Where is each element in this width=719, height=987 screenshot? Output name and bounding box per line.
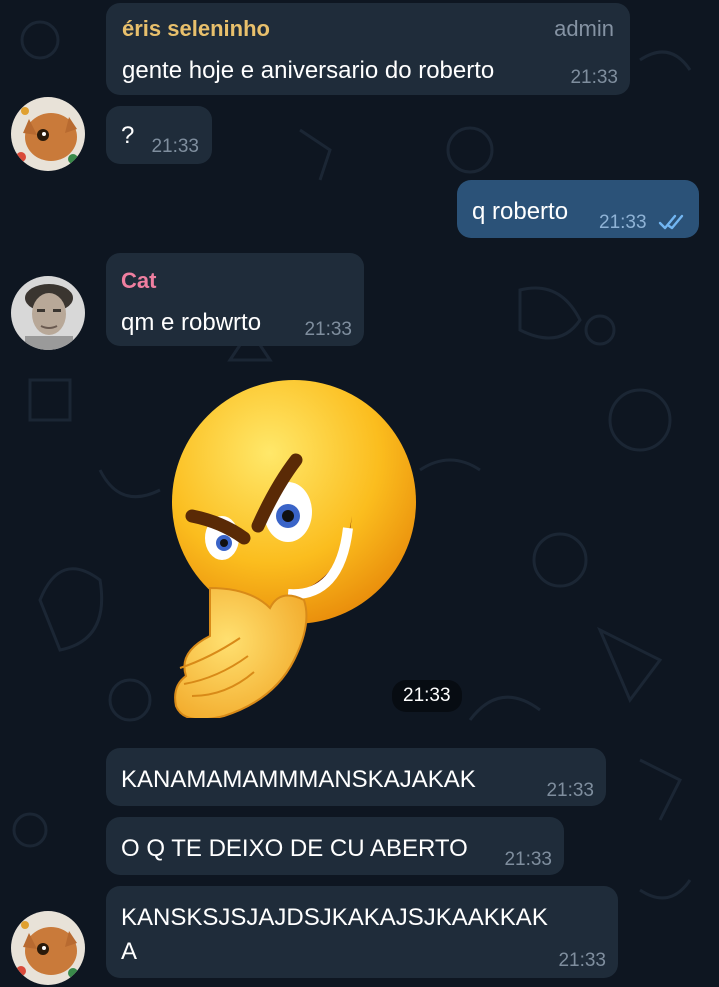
message-time: 21:33 <box>546 780 594 801</box>
admin-badge: admin <box>554 16 614 41</box>
avatar-person[interactable] <box>11 276 85 350</box>
avatar-person-photo <box>11 276 85 350</box>
avatar-cat[interactable] <box>11 97 85 171</box>
message-text: ? <box>121 122 135 149</box>
message-bubble[interactable]: Cat qm e robwrto 21:33 <box>106 253 364 346</box>
avatar-cat[interactable] <box>11 911 85 985</box>
message-time: 21:33 <box>151 136 199 157</box>
message-time: 21:33 <box>558 950 606 971</box>
sender-name[interactable]: Cat <box>121 268 156 294</box>
message-text-line-1: KANSKSJSJAJDSJKAKAJSJKAAKKAK <box>121 904 548 931</box>
message-bubble[interactable]: KANAMAMAMMMANSKAJAKAK 21:33 <box>106 748 606 806</box>
message-bubble[interactable]: ? 21:33 <box>106 106 212 164</box>
avatar-cat-photo <box>11 911 85 985</box>
double-check-icon <box>658 214 684 230</box>
message-text: gente hoje e aniversario do roberto <box>122 57 495 84</box>
message-time: 21:33 <box>304 319 352 340</box>
avatar-cat-photo <box>11 97 85 171</box>
message-bubble[interactable]: KANSKSJSJAJDSJKAKAJSJKAAKKAK A 21:33 <box>106 886 618 978</box>
message-text: KANAMAMAMMMANSKAJAKAK <box>121 766 476 793</box>
message-text: q roberto <box>472 198 569 225</box>
smirking-emoji-sticker[interactable] <box>170 378 422 718</box>
message-text: O Q TE DEIXO DE CU ABERTO <box>121 835 468 862</box>
sender-name[interactable]: éris seleninho <box>122 16 270 42</box>
message-bubble[interactable]: O Q TE DEIXO DE CU ABERTO 21:33 <box>106 817 564 875</box>
message-bubble[interactable]: éris seleninho admin gente hoje e aniver… <box>106 3 630 95</box>
message-text-line-2: A <box>121 938 138 965</box>
message-time: 21:33 <box>504 849 552 870</box>
message-text: qm e robwrto <box>121 309 262 336</box>
message-time: 21:33 <box>599 212 647 233</box>
sticker-time: 21:33 <box>392 680 462 712</box>
message-time: 21:33 <box>570 67 618 88</box>
